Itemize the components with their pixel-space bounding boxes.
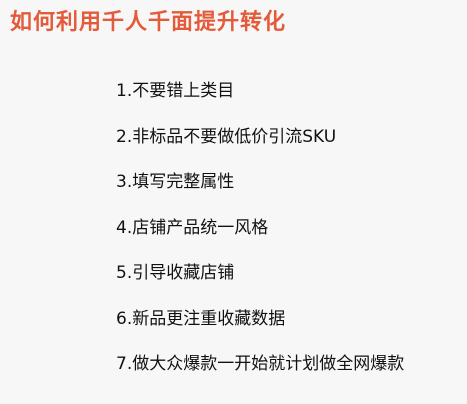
list-item: 5.引导收藏店铺	[116, 263, 235, 283]
list-item: 6.新品更注重收藏数据	[116, 308, 286, 329]
page-title: 如何利用千人千面提升转化	[10, 10, 287, 35]
list-item: 4.店铺产品统一风格	[116, 217, 269, 238]
tips-list: 1.不要错上类目 2.非标品不要做低价引流SKU 3.填写完整属性 4.店铺产品…	[116, 72, 404, 391]
list-item: 7.做大众爆款一开始就计划做全网爆款	[116, 354, 405, 374]
list-item: 3.填写完整属性	[116, 172, 235, 192]
list-item: 1.不要错上类目	[116, 81, 235, 101]
list-item: 2.非标品不要做低价引流SKU	[116, 126, 337, 147]
slide: 如何利用千人千面提升转化 1.不要错上类目 2.非标品不要做低价引流SKU 3.…	[0, 0, 467, 404]
